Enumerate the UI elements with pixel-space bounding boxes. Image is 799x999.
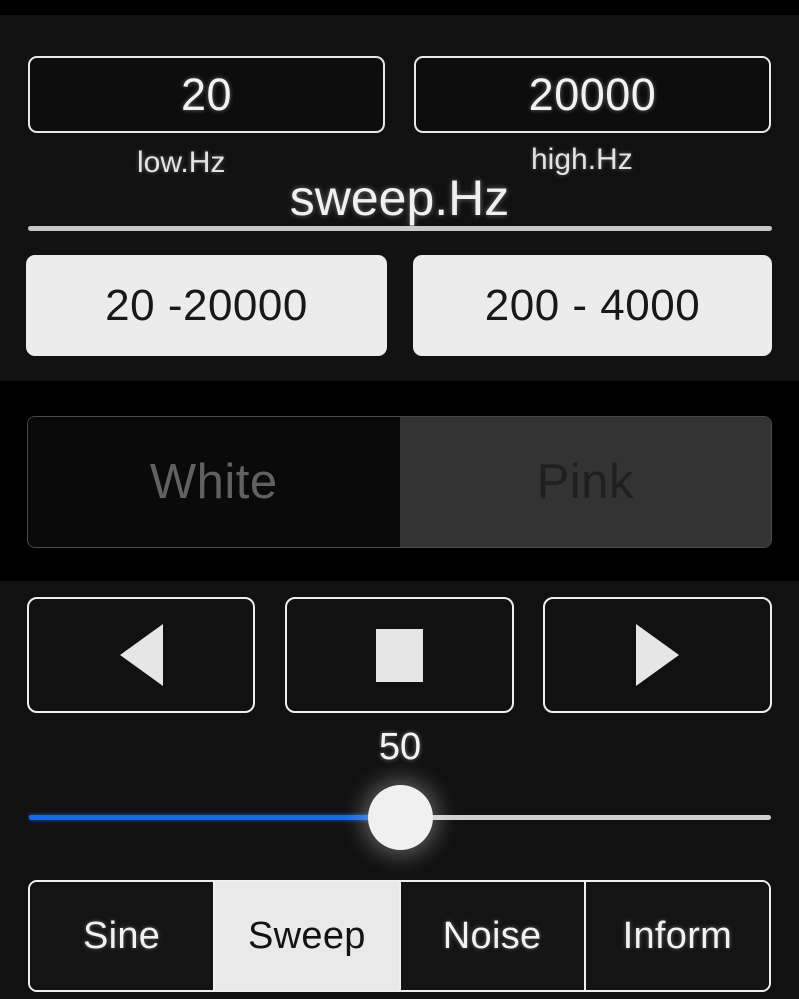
tab-bar-section: Sine Sweep Noise Inform [0,875,799,999]
low-frequency-input[interactable]: 20 [28,56,385,133]
noise-type-segmented-control: White Pink [27,416,772,548]
noise-type-option-pink[interactable]: Pink [399,417,771,547]
high-frequency-input[interactable]: 20000 [414,56,771,133]
play-button[interactable] [543,597,772,713]
tab-bar: Sine Sweep Noise Inform [28,880,771,992]
reverse-button[interactable] [27,597,255,713]
page-title: sweep.Hz [289,170,510,226]
transport-section [0,581,799,719]
preset-range-button-2[interactable]: 200 - 4000 [413,255,772,356]
triangle-left-icon [119,624,163,686]
slider-track-fill [29,815,400,820]
preset-section: 20 -20000 200 - 4000 [0,231,799,381]
square-stop-icon [376,628,423,682]
slider-value-label: 50 [378,726,422,768]
tab-sweep[interactable]: Sweep [215,882,401,990]
noise-type-option-white[interactable]: White [28,417,400,547]
frequency-section: 20 20000 low.Hz high.Hz sweep.Hz [0,15,799,226]
status-strip [0,0,799,15]
volume-slider-section: 50 [0,719,799,875]
tab-noise[interactable]: Noise [400,882,586,990]
preset-range-button-1[interactable]: 20 -20000 [26,255,387,356]
tab-inform[interactable]: Inform [585,882,769,990]
tab-sine[interactable]: Sine [30,882,216,990]
noise-type-section: White Pink [0,381,799,581]
app-root: 20 20000 low.Hz high.Hz sweep.Hz 20 -200… [0,0,799,999]
stop-button[interactable] [285,597,514,713]
triangle-right-icon [636,624,679,686]
slider-thumb[interactable] [368,785,433,850]
